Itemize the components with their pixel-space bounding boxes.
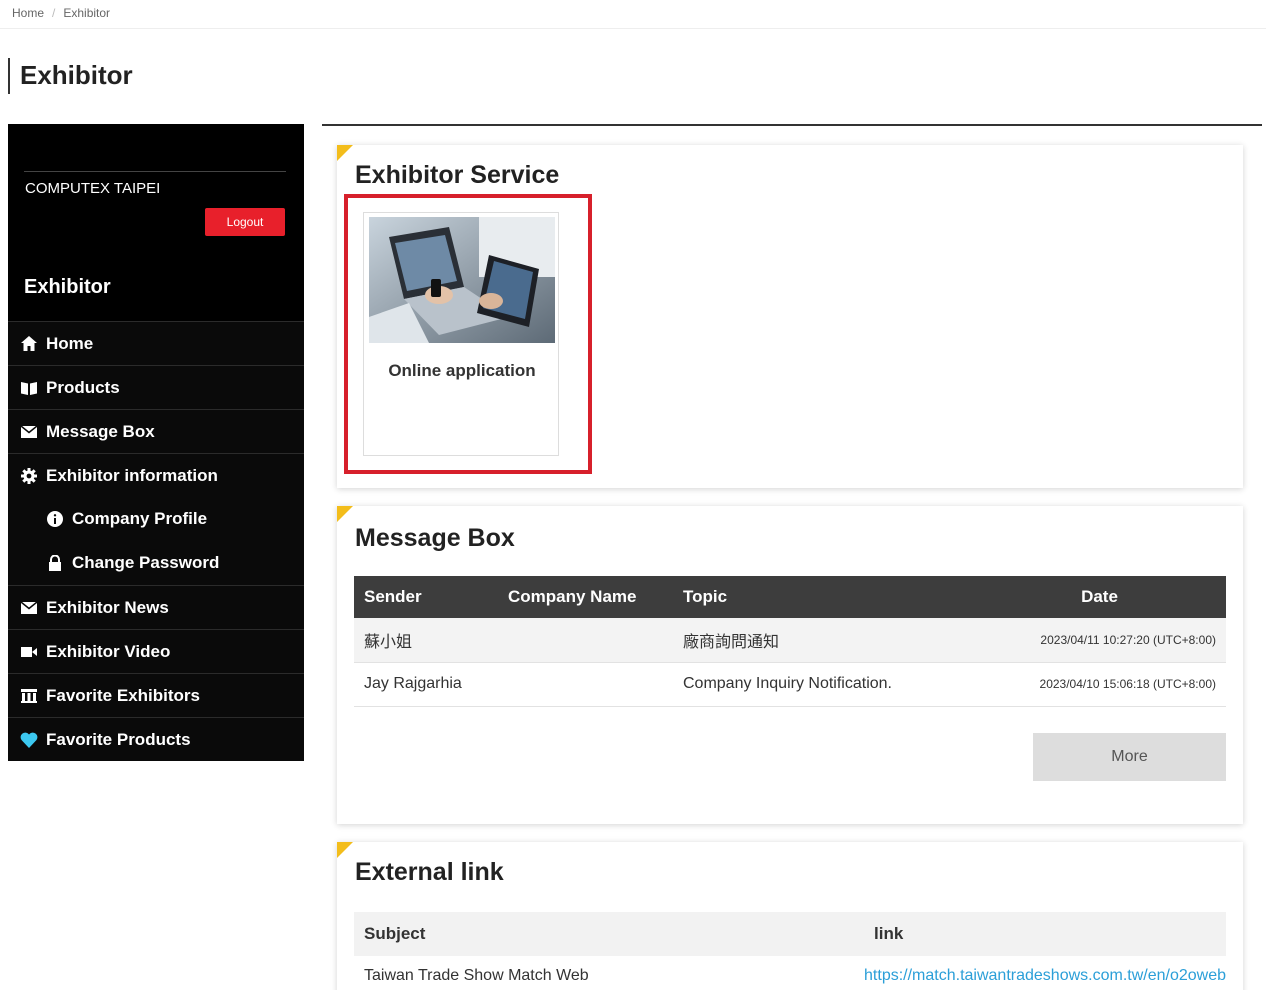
card-corner-accent (337, 506, 353, 522)
envelope-icon (20, 424, 38, 440)
breadcrumb-home-link[interactable]: Home (12, 6, 44, 20)
sidebar-item-label: Favorite Products (46, 729, 191, 749)
sidebar-item-label: Exhibitor News (46, 597, 169, 617)
table-row[interactable]: 蘇小姐 廠商詢問通知 2023/04/11 10:27:20 (UTC+8:00… (354, 618, 1226, 663)
building-icon (20, 688, 38, 704)
logout-button[interactable]: Logout (205, 208, 285, 236)
online-application-image (369, 217, 555, 343)
column-header-link: link (864, 912, 1226, 956)
cell-date: 2023/04/11 10:27:20 (UTC+8:00) (963, 618, 1226, 663)
sidebar-item-label: Home (46, 333, 94, 353)
main-top-divider (322, 124, 1262, 126)
sidebar-item-label: Change Password (72, 553, 220, 572)
table-row: Taiwan Trade Show Match Web https://matc… (354, 956, 1226, 990)
message-box-title: Message Box (355, 524, 515, 552)
sidebar-org-name: COMPUTEX TAIPEI (25, 180, 161, 197)
cell-sender: 蘇小姐 (354, 618, 498, 663)
external-link-table: Subject link Taiwan Trade Show Match Web… (354, 912, 1226, 990)
message-table-header: Sender Company Name Topic Date (354, 576, 1226, 618)
cell-sender: Jay Rajgarhia (354, 662, 498, 707)
info-icon (46, 511, 64, 527)
column-header-topic: Topic (673, 576, 963, 618)
external-link-anchor[interactable]: https://match.taiwantradeshows.com.tw/en… (864, 967, 1226, 984)
cell-company (498, 618, 673, 663)
exhibitor-service-title: Exhibitor Service (355, 161, 560, 189)
breadcrumb-divider (0, 28, 1266, 29)
breadcrumb-separator: / (52, 6, 56, 20)
sidebar-section-title: Exhibitor (24, 276, 111, 298)
sidebar-item-products[interactable]: Products (8, 365, 304, 409)
breadcrumb: Home / Exhibitor (12, 6, 110, 20)
sidebar-item-favorite-products[interactable]: Favorite Products (8, 717, 304, 761)
exhibitor-service-card: Exhibitor Service Online application (337, 145, 1243, 488)
sidebar-item-label: Exhibitor information (46, 465, 218, 485)
home-icon (20, 336, 38, 352)
heart-icon (20, 732, 38, 748)
cell-date: 2023/04/10 15:06:18 (UTC+8:00) (963, 662, 1226, 707)
sidebar-item-home[interactable]: Home (8, 321, 304, 365)
message-box-card: Message Box Sender Company Name Topic Da… (337, 506, 1243, 824)
online-application-label: Online application (388, 361, 536, 380)
book-icon (20, 380, 38, 396)
sidebar-item-exhibitor-news[interactable]: Exhibitor News (8, 585, 304, 629)
column-header-company: Company Name (498, 576, 673, 618)
sidebar-item-exhibitor-information[interactable]: Exhibitor information (8, 453, 304, 497)
column-header-subject: Subject (354, 912, 865, 956)
sidebar-item-label: Products (46, 377, 120, 397)
table-row[interactable]: Jay Rajgarhia Company Inquiry Notificati… (354, 662, 1226, 707)
page-title: Exhibitor (8, 58, 133, 94)
sidebar-item-company-profile[interactable]: Company Profile (8, 497, 304, 541)
sidebar-item-label: Message Box (46, 421, 155, 441)
envelope-icon (20, 600, 38, 616)
sidebar-item-label: Favorite Exhibitors (46, 685, 200, 705)
sidebar-divider (24, 171, 286, 172)
card-corner-accent (337, 145, 353, 161)
sidebar-item-label: Company Profile (72, 509, 208, 528)
sidebar-menu: Home Products Message Box Exhibitor info… (8, 321, 304, 761)
gear-icon (20, 467, 38, 484)
more-button[interactable]: More (1033, 733, 1226, 781)
external-link-title: External link (355, 858, 504, 886)
sidebar-item-exhibitor-video[interactable]: Exhibitor Video (8, 629, 304, 673)
cell-topic[interactable]: 廠商詢問通知 (673, 618, 963, 663)
sidebar: COMPUTEX TAIPEI Logout Exhibitor Home Pr… (8, 124, 304, 761)
column-header-date: Date (963, 576, 1226, 618)
external-link-card: External link Subject link Taiwan Trade … (337, 842, 1243, 990)
column-header-sender: Sender (354, 576, 498, 618)
breadcrumb-current: Exhibitor (63, 6, 111, 20)
sidebar-item-message-box[interactable]: Message Box (8, 409, 304, 453)
sidebar-item-label: Exhibitor Video (46, 641, 171, 661)
cell-link: https://match.taiwantradeshows.com.tw/en… (864, 956, 1226, 990)
cell-company (498, 662, 673, 707)
cell-topic[interactable]: Company Inquiry Notification. (673, 662, 963, 707)
sidebar-item-change-password[interactable]: Change Password (8, 541, 304, 585)
external-link-header: Subject link (354, 912, 1226, 956)
message-table: Sender Company Name Topic Date 蘇小姐 廠商詢問通… (354, 576, 1226, 707)
cell-subject: Taiwan Trade Show Match Web (364, 967, 589, 984)
card-corner-accent (337, 842, 353, 858)
online-application-tile[interactable]: Online application (363, 212, 559, 456)
lock-icon (46, 555, 64, 571)
video-icon (20, 644, 38, 660)
sidebar-item-favorite-exhibitors[interactable]: Favorite Exhibitors (8, 673, 304, 717)
